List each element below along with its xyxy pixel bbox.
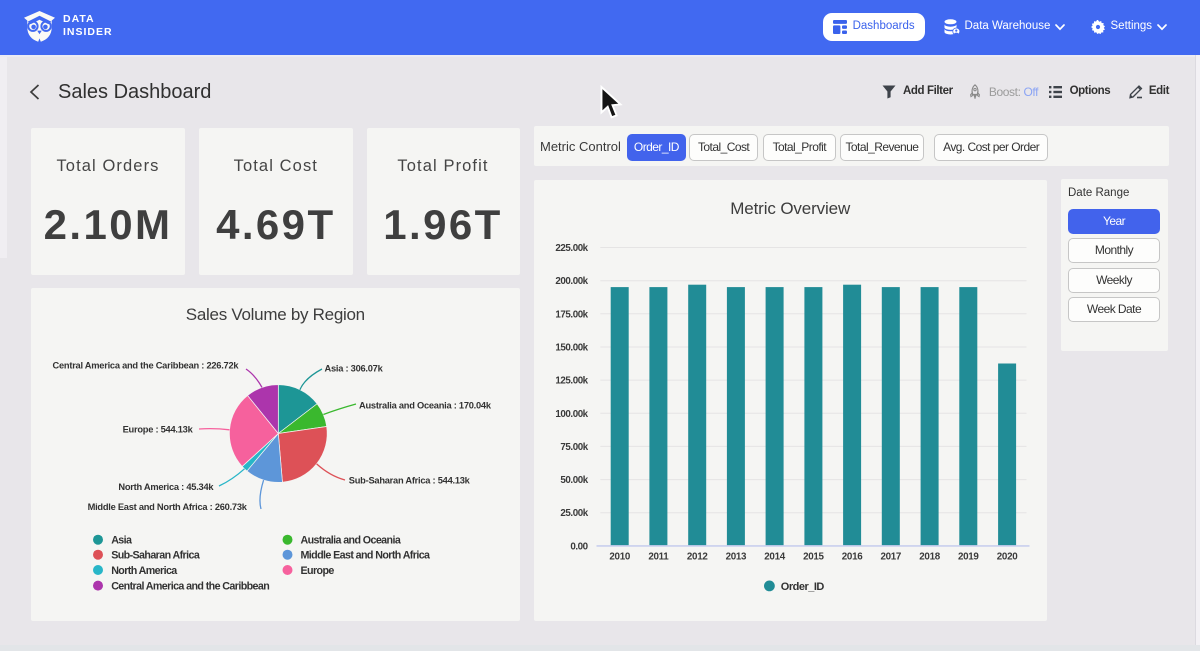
svg-text:150.00k: 150.00k: [555, 342, 588, 353]
svg-text:Middle East and North Africa: Middle East and North Africa: [301, 550, 432, 562]
svg-text:Sub-Saharan Africa : 544.13k: Sub-Saharan Africa : 544.13k: [349, 476, 471, 486]
svg-text:100.00k: 100.00k: [555, 408, 588, 419]
svg-text:Asia: Asia: [111, 535, 133, 547]
svg-text:225.00k: 225.00k: [555, 243, 588, 254]
svg-text:Middle East and North Africa :: Middle East and North Africa : 260.73k: [88, 502, 248, 512]
svg-text:Sub-Saharan Africa: Sub-Saharan Africa: [111, 550, 201, 562]
svg-text:North America: North America: [111, 565, 178, 577]
svg-text:0.00: 0.00: [570, 541, 588, 552]
svg-text:Central America and the Caribb: Central America and the Caribbean : 226.…: [53, 360, 240, 370]
svg-text:2014: 2014: [764, 551, 785, 562]
svg-text:175.00k: 175.00k: [555, 309, 588, 320]
svg-text:2019: 2019: [957, 551, 978, 562]
svg-text:2018: 2018: [919, 551, 940, 562]
svg-text:125.00k: 125.00k: [555, 375, 588, 386]
svg-text:2010: 2010: [609, 551, 630, 562]
svg-text:Order_ID: Order_ID: [780, 580, 824, 592]
svg-text:2017: 2017: [880, 551, 901, 562]
svg-text:Central America and the Caribb: Central America and the Caribbean: [111, 581, 269, 593]
svg-text:2011: 2011: [648, 551, 669, 562]
svg-text:Asia : 306.07k: Asia : 306.07k: [325, 363, 384, 373]
svg-text:Australia and Oceania : 170.04: Australia and Oceania : 170.04k: [359, 401, 492, 411]
svg-text:Europe: Europe: [301, 565, 335, 577]
svg-text:75.00k: 75.00k: [560, 441, 588, 452]
svg-text:Europe : 544.13k: Europe : 544.13k: [123, 425, 194, 435]
svg-text:North America : 45.34k: North America : 45.34k: [118, 482, 214, 492]
svg-text:Australia and Oceania: Australia and Oceania: [301, 535, 402, 547]
svg-text:25.00k: 25.00k: [560, 508, 588, 519]
svg-text:200.00k: 200.00k: [555, 276, 588, 287]
svg-text:2016: 2016: [841, 551, 862, 562]
svg-text:2020: 2020: [996, 551, 1017, 562]
svg-text:2012: 2012: [686, 551, 707, 562]
svg-text:50.00k: 50.00k: [560, 475, 588, 486]
svg-text:2015: 2015: [803, 551, 824, 562]
svg-text:2013: 2013: [725, 551, 746, 562]
